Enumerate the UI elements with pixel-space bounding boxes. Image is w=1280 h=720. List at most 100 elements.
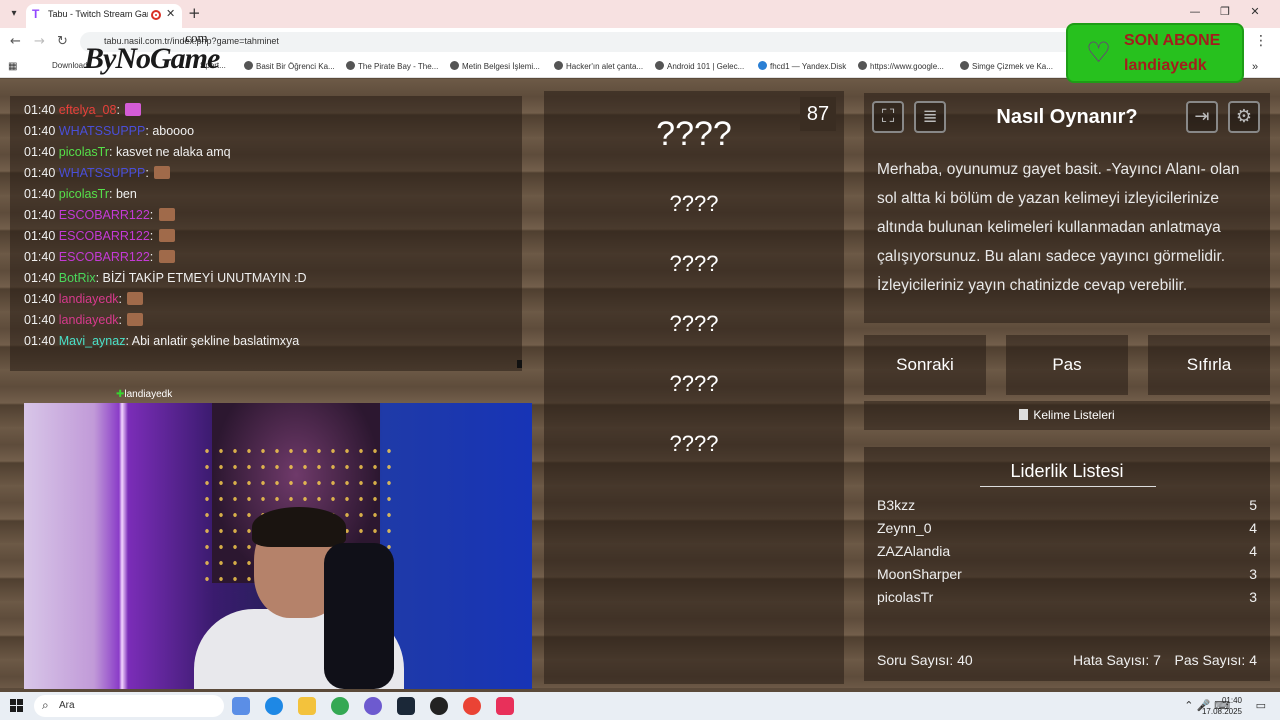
windows-start-icon[interactable] [10,699,24,713]
new-tab-icon[interactable]: + [188,4,201,22]
bookmark-item[interactable]: Metin Belgesi İşlemi... [450,61,540,71]
back-icon[interactable]: ← [10,34,21,49]
chat-username[interactable]: landiayedk [59,292,119,306]
edge-icon[interactable] [265,697,283,715]
chat-text: ben [115,187,137,201]
chat-time: 01:40 [24,250,56,264]
chat-username[interactable]: Mavi_aynaz [59,334,126,348]
player-score: 4 [1249,543,1257,559]
pass-button[interactable]: Pas [1006,335,1128,395]
document-icon[interactable]: ≣ [914,101,946,133]
globe-icon [450,61,459,70]
obs-icon[interactable] [430,697,448,715]
bookmark-item[interactable]: fhcd1 — Yandex.Disk [758,61,846,71]
browser-tab[interactable]: T Tabu - Twitch Stream Game ✕ [26,4,182,28]
reload-icon[interactable]: ↻ [57,34,68,49]
window-controls: — ❐ ✕ [1180,5,1270,18]
chat-username[interactable]: ESCOBARR122 [59,208,150,222]
chat-username[interactable]: ESCOBARR122 [59,229,150,243]
chat-username[interactable]: WHATSSUPPP [59,166,146,180]
page-icon [655,61,664,70]
chat-username[interactable]: ESCOBARR122 [59,250,150,264]
bookmark-label: https://www.google... [870,62,944,71]
bynogame-logo: ByNoGame .com [70,30,240,80]
next-button[interactable]: Sonraki [864,335,986,395]
chat-time: 01:40 [24,208,56,222]
leaderboard-row: MoonSharper 3 [877,566,1257,582]
player-name: MoonSharper [877,566,962,582]
emote-icon [158,250,175,263]
gear-icon[interactable]: ⚙ [1228,101,1260,133]
bookmark-label: Simge Çizmek ve Ka... [972,62,1053,71]
twitch-icon: T [32,7,40,21]
bookmark-item[interactable]: Basit Bir Öğrenci Ka... [244,61,335,71]
question-count: Soru Sayısı: 40 [877,652,973,668]
tab-close-icon[interactable]: ✕ [166,7,175,20]
bookmark-item[interactable]: The Pirate Bay - The... [346,61,438,71]
clock-time: 01:40 [1221,696,1242,705]
forward-icon[interactable]: → [34,34,45,49]
bookmark-item[interactable]: Android 101 | Gelec... [655,61,744,71]
tiktok-icon[interactable] [496,697,514,715]
bookmark-item[interactable]: Simge Çizmek ve Ka... [960,61,1053,71]
chat-time: 01:40 [24,124,56,138]
heart-icon: ♡ [1086,36,1112,69]
streamer-hair [252,507,346,547]
emote-icon [127,292,144,305]
chat-username[interactable]: picolasTr [59,187,109,201]
player-name: Zeynn_0 [877,520,932,536]
chat-text: kasvet ne alaka amq [115,145,231,159]
word-card: 87 ???? ???? ???? ???? ???? ???? [544,91,844,684]
chat-username[interactable]: BotRix [59,271,96,285]
minimize-icon[interactable]: — [1180,5,1210,18]
chat-time: 01:40 [24,271,56,285]
apps-grid-icon[interactable]: ▦ [8,61,17,72]
discord-icon[interactable] [364,697,382,715]
subscriber-name: landiayedk [1124,57,1207,74]
chat-username[interactable]: WHATSSUPPP [59,124,146,138]
steam-icon[interactable] [397,697,415,715]
chat-time: 01:40 [24,334,56,348]
tab-list-chevron-icon[interactable]: ▾ [6,6,22,22]
reset-button[interactable]: Sıfırla [1148,335,1270,395]
word-lists-button[interactable]: Kelime Listeleri [864,401,1270,430]
taskbar-search[interactable]: ⌕ Ara [34,695,224,717]
chrome-icon[interactable] [331,697,349,715]
ship-icon [346,61,355,70]
taboo-word: ???? [669,311,719,336]
pass-count: Pas Sayısı: 4 [1174,652,1257,668]
webcam-video [24,403,532,689]
chat-username[interactable]: eftelya_08 [59,103,117,117]
bookmark-item[interactable]: https://www.google... [858,61,944,71]
chat-panel: 01:40 eftelya_08: 01:40 WHATSSUPPP: aboo… [10,96,522,371]
notification-icon[interactable]: ▭ [1256,699,1266,712]
taskbar-clock[interactable]: 01:40 17.08.2025 [1202,695,1242,717]
exit-icon[interactable]: ⇥ [1186,101,1218,133]
player-name: ZAZAlandia [877,543,951,559]
chat-username[interactable]: landiayedk [59,313,119,327]
close-window-icon[interactable]: ✕ [1240,5,1270,18]
chat-time: 01:40 [24,166,56,180]
chrome-active-icon[interactable] [463,697,481,715]
globe-icon [858,61,867,70]
chat-time: 01:40 [24,145,56,159]
bookmark-label: Metin Belgesi İşlemi... [462,62,540,71]
chat-scroll-handle[interactable] [517,360,522,368]
bookmark-item[interactable]: Hacker'ın alet çanta... [554,61,643,71]
fullscreen-icon[interactable]: ⛶ [872,101,904,133]
logo-text: ByNoGame [84,42,220,75]
url-field[interactable]: tabu.nasil.com.tr/index.php?game=tahmine… [80,32,1180,52]
maximize-icon[interactable]: ❐ [1210,5,1240,18]
document-icon [1019,409,1029,420]
more-bookmarks-icon[interactable]: » [1252,61,1258,73]
chat-username[interactable]: picolasTr [59,145,109,159]
bookmark-label: Hacker'ın alet çanta... [566,62,644,71]
player-score: 4 [1249,520,1257,536]
player-score: 3 [1249,566,1257,582]
copilot-icon[interactable] [232,697,250,715]
chat-message: 01:40 ESCOBARR122: [24,205,508,226]
more-menu-icon[interactable]: ⋮ [1254,33,1268,49]
subscriber-alert-title: SON ABONE [1124,32,1221,49]
file-explorer-icon[interactable] [298,697,316,715]
chat-message: 01:40 BotRix: BİZİ TAKİP ETMEYİ UNUTMAYI… [24,271,307,285]
